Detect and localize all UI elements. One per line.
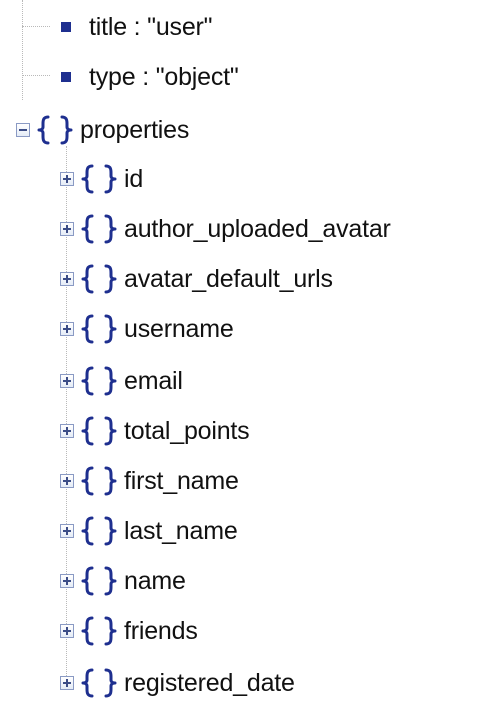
expand-toggle-icon[interactable]	[60, 374, 74, 388]
expand-toggle-icon[interactable]	[60, 474, 74, 488]
property-label: author_uploaded_avatar	[124, 215, 391, 243]
attribute-text: title : "user"	[89, 13, 213, 41]
object-braces-icon	[80, 312, 118, 346]
property-label: first_name	[124, 467, 239, 495]
object-braces-icon	[80, 614, 118, 648]
property-label: username	[124, 315, 234, 343]
property-label: name	[124, 567, 186, 595]
expand-toggle-icon[interactable]	[60, 624, 74, 638]
property-row-avatar-default-urls[interactable]: avatar_default_urls	[60, 262, 333, 296]
property-label: friends	[124, 617, 198, 645]
properties-label: properties	[80, 116, 190, 144]
expand-toggle-icon[interactable]	[60, 574, 74, 588]
attribute-row-title[interactable]: title : "user"	[61, 10, 213, 44]
object-braces-icon	[80, 464, 118, 498]
property-row-id[interactable]: id	[60, 162, 143, 196]
property-row-email[interactable]: email	[60, 364, 183, 398]
expand-toggle-icon[interactable]	[60, 524, 74, 538]
expand-toggle-icon[interactable]	[60, 172, 74, 186]
property-row-last-name[interactable]: last_name	[60, 514, 238, 548]
object-braces-icon	[80, 666, 118, 700]
property-row-author-uploaded-avatar[interactable]: author_uploaded_avatar	[60, 212, 391, 246]
expand-toggle-icon[interactable]	[60, 676, 74, 690]
property-row-registered-date[interactable]: registered_date	[60, 666, 295, 700]
collapse-toggle-icon[interactable]	[16, 123, 30, 137]
expand-toggle-icon[interactable]	[60, 424, 74, 438]
object-braces-icon	[36, 113, 74, 147]
object-braces-icon	[80, 212, 118, 246]
attribute-row-type[interactable]: type : "object"	[61, 60, 239, 94]
object-braces-icon	[80, 162, 118, 196]
property-row-total-points[interactable]: total_points	[60, 414, 250, 448]
property-row-first-name[interactable]: first_name	[60, 464, 239, 498]
property-row-name[interactable]: name	[60, 564, 186, 598]
expand-toggle-icon[interactable]	[60, 222, 74, 236]
object-braces-icon	[80, 564, 118, 598]
tree-guide-line	[22, 0, 23, 100]
properties-node[interactable]: properties	[16, 113, 189, 147]
object-braces-icon	[80, 262, 118, 296]
property-label: last_name	[124, 517, 238, 545]
property-label: email	[124, 367, 183, 395]
property-label: id	[124, 165, 144, 193]
square-bullet-icon	[61, 72, 71, 82]
property-row-friends[interactable]: friends	[60, 614, 198, 648]
property-label: total_points	[124, 417, 250, 445]
expand-toggle-icon[interactable]	[60, 272, 74, 286]
attribute-text: type : "object"	[89, 63, 239, 91]
expand-toggle-icon[interactable]	[60, 322, 74, 336]
schema-tree: title : "user" type : "object" propertie…	[0, 0, 478, 702]
object-braces-icon	[80, 514, 118, 548]
tree-guide-line	[22, 75, 50, 76]
property-label: avatar_default_urls	[124, 265, 333, 293]
property-label: registered_date	[124, 669, 295, 697]
property-row-username[interactable]: username	[60, 312, 234, 346]
square-bullet-icon	[61, 22, 71, 32]
object-braces-icon	[80, 414, 118, 448]
tree-guide-line	[22, 26, 50, 27]
object-braces-icon	[80, 364, 118, 398]
